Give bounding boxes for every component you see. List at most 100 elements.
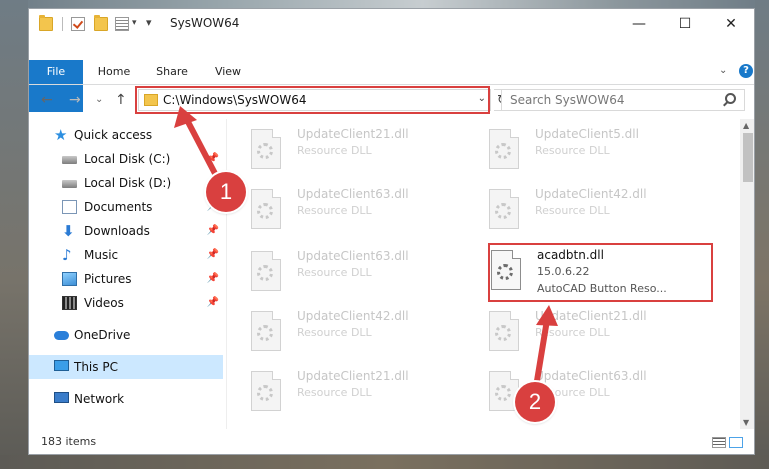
chevron-down-icon[interactable]: ▾ [132,18,137,28]
window-title: SysWOW64 [170,16,240,30]
desktop-background-bottom [0,455,769,469]
music-icon: ♪ [62,246,72,264]
sidebar-item-music[interactable]: ♪ Music 📌 [29,243,223,267]
file-item[interactable]: UpdateClient21.dll Resource DLL [251,369,451,421]
minimize-button[interactable]: — [616,9,662,39]
pin-icon: 📌 [206,153,219,164]
gear-icon [495,325,511,341]
details-view-icon[interactable] [712,437,726,448]
network-icon [54,392,69,403]
scroll-up-icon[interactable]: ▲ [743,121,749,130]
tab-share[interactable]: Share [147,60,197,84]
sidebar-item-label: Documents [84,200,153,214]
file-name: UpdateClient21.dll [297,127,409,141]
star-icon: ★ [54,126,68,144]
pin-icon: 📌 [206,297,219,308]
sidebar-item-local-disk-c[interactable]: Local Disk (C:) 📌 [29,147,223,171]
sidebar-item-pictures[interactable]: Pictures 📌 [29,267,223,291]
status-item-count: 183 items [41,435,97,448]
sidebar-item-label: Downloads [84,224,150,238]
sidebar-item-videos[interactable]: Videos 📌 [29,291,223,315]
sidebar-item-onedrive[interactable]: OneDrive [29,323,223,347]
pane-divider[interactable] [226,119,227,429]
tab-view[interactable]: View [205,60,251,84]
file-type: Resource DLL [297,144,372,157]
help-icon[interactable]: ? [739,64,753,78]
file-name: UpdateClient63.dll [297,249,409,263]
sidebar-item-downloads[interactable]: ⬇ Downloads 📌 [29,219,223,243]
file-item[interactable]: UpdateClient5.dll Resource DLL [489,127,689,179]
scrollbar-thumb[interactable] [743,133,753,182]
sidebar-item-label: Pictures [84,272,132,286]
recent-locations-button[interactable]: ⌄ [95,94,103,105]
folder-icon [39,15,53,31]
disk-icon [62,156,77,164]
file-type: Resource DLL [535,144,610,157]
sidebar-item-label: Local Disk (C:) [84,152,171,166]
gear-icon [257,143,273,159]
file-name: UpdateClient63.dll [535,369,647,383]
file-name: UpdateClient42.dll [297,309,409,323]
gear-icon [495,143,511,159]
file-item[interactable]: UpdateClient21.dll Resource DLL [251,127,451,179]
file-type: Resource DLL [297,204,372,217]
file-type: Resource DLL [297,266,372,279]
file-type: Resource DLL [297,386,372,399]
title-bar: ▾ ▾ SysWOW64 — ☐ ✕ [29,9,754,39]
expand-ribbon-icon[interactable]: ⌄ [719,65,727,76]
back-button[interactable]: ← [41,92,53,108]
pin-icon: 📌 [206,225,219,236]
navigation-pane: ★ Quick access Local Disk (C:) 📌 Local D… [29,119,226,429]
file-item[interactable]: UpdateClient63.dll Resource DLL [251,249,451,301]
desktop-background-left [0,0,28,469]
pictures-icon [62,272,77,286]
forward-button[interactable]: → [69,92,81,108]
tab-home[interactable]: Home [91,60,137,84]
file-item[interactable]: UpdateClient42.dll Resource DLL [489,187,689,239]
sidebar-item-this-pc[interactable]: This PC [29,355,223,379]
divider [62,17,63,31]
up-button[interactable]: ↑ [115,92,127,108]
sidebar-item-label: Local Disk (D:) [84,176,172,190]
file-name: UpdateClient5.dll [535,127,639,141]
sidebar-item-label: OneDrive [74,328,131,342]
close-button[interactable]: ✕ [708,9,754,39]
file-type: Resource DLL [535,326,610,339]
pin-icon: 📌 [206,273,219,284]
search-icon [725,93,736,104]
customize-quick-access-icon[interactable]: ▾ [146,16,152,29]
file-name: UpdateClient42.dll [535,187,647,201]
file-name: UpdateClient21.dll [297,369,409,383]
pin-icon: 📌 [206,249,219,260]
search-input[interactable]: Search SysWOW64 [510,93,624,107]
properties-check-icon[interactable] [71,17,85,31]
desktop-background [0,0,769,8]
file-item[interactable]: UpdateClient63.dll Resource DLL [251,187,451,239]
large-icons-view-icon[interactable] [729,437,743,448]
gear-icon [257,385,273,401]
sidebar-item-label: Quick access [74,128,153,142]
disk-icon [62,180,77,188]
properties-icon[interactable] [115,17,129,31]
scroll-down-icon[interactable]: ▼ [743,418,749,427]
file-item[interactable]: UpdateClient42.dll Resource DLL [251,309,451,361]
sidebar-item-quick-access[interactable]: ★ Quick access [29,123,223,147]
ribbon-divider [29,84,754,85]
file-type: Resource DLL [297,326,372,339]
file-name: UpdateClient63.dll [297,187,409,201]
file-item[interactable]: UpdateClient21.dll Resource DLL [489,309,689,361]
sidebar-item-label: Videos [84,296,124,310]
vertical-scrollbar[interactable]: ▲ ▼ [740,119,754,429]
sidebar-item-documents[interactable]: Documents 📌 [29,195,223,219]
sidebar-item-network[interactable]: Network [29,387,223,411]
computer-icon [54,360,69,371]
callout-step-1: 1 [206,172,246,212]
search-box[interactable]: Search SysWOW64 [501,89,745,111]
gear-icon [257,265,273,281]
new-folder-icon[interactable] [94,15,108,31]
gear-icon [257,325,273,341]
address-highlight-box [135,86,490,114]
maximize-button[interactable]: ☐ [662,9,708,39]
file-highlight-box [488,243,713,302]
sidebar-item-local-disk-d[interactable]: Local Disk (D:) [29,171,223,195]
